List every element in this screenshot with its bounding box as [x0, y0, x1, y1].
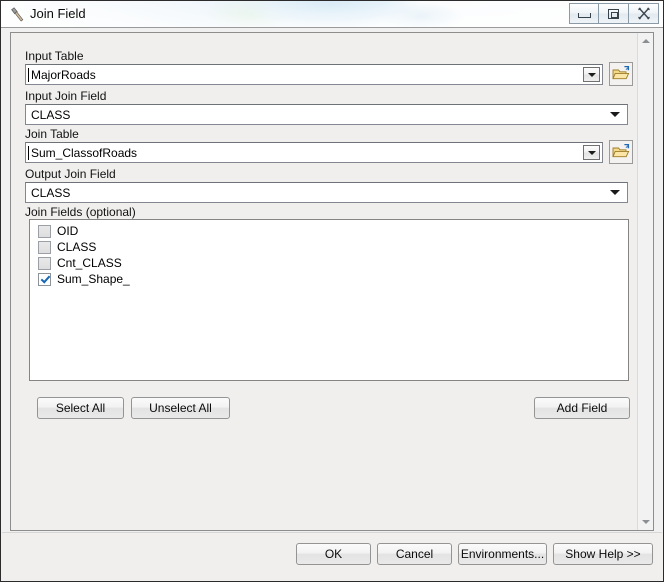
join-table-browse-button[interactable] [609, 140, 633, 164]
environments-button[interactable]: Environments... [458, 543, 547, 565]
unselect-all-button[interactable]: Unselect All [131, 397, 230, 419]
input-table-label: Input Table [25, 49, 84, 63]
minimize-icon [577, 13, 591, 18]
join-fields-label: Join Fields (optional) [25, 205, 136, 219]
input-join-field-combo[interactable]: CLASS [25, 104, 628, 125]
chevron-down-icon [587, 72, 596, 77]
ok-button[interactable]: OK [296, 543, 371, 565]
checkbox-sum-shape[interactable] [38, 272, 51, 286]
content-scrollbar[interactable] [637, 33, 653, 530]
output-join-field-value: CLASS [31, 185, 71, 200]
list-item-label: Cnt_CLASS [57, 256, 122, 270]
text-caret [28, 68, 29, 82]
window-controls [569, 3, 659, 24]
list-item[interactable]: Cnt_CLASS [30, 255, 628, 271]
checkbox-oid[interactable] [38, 224, 51, 238]
select-all-button[interactable]: Select All [37, 397, 124, 419]
list-item[interactable]: Sum_Shape_ [30, 271, 628, 287]
minimize-button[interactable] [569, 3, 599, 24]
checkbox-class[interactable] [38, 240, 51, 254]
dialog-footer: OK Cancel Environments... Show Help >> [2, 532, 662, 581]
checkbox-cnt-class[interactable] [38, 256, 51, 270]
join-table-combo[interactable]: Sum_ClassofRoads [25, 142, 603, 163]
list-item-label: OID [57, 224, 79, 238]
input-table-browse-button[interactable] [609, 62, 633, 86]
chevron-down-icon[interactable] [610, 190, 620, 195]
open-folder-icon [612, 66, 630, 80]
output-join-field-combo[interactable]: CLASS [25, 182, 628, 203]
arrow-up-icon [641, 39, 650, 43]
title-bar: Join Field [1, 1, 663, 28]
add-field-button[interactable]: Add Field [534, 397, 630, 419]
restore-icon [608, 8, 619, 19]
chevron-down-icon[interactable] [610, 112, 620, 117]
arrow-down-icon [641, 520, 650, 524]
input-table-value: MajorRoads [31, 67, 96, 82]
window-title: Join Field [30, 6, 86, 21]
join-table-value: Sum_ClassofRoads [31, 145, 138, 160]
dialog-content-frame: Input Table MajorRoads Input Join Field [10, 32, 654, 531]
chevron-down-icon [587, 150, 596, 155]
dialog-content: Input Table MajorRoads Input Join Field [11, 33, 638, 530]
join-table-dropdown-arrow[interactable] [583, 145, 600, 160]
show-help-button[interactable]: Show Help >> [553, 543, 653, 565]
scroll-up-button[interactable] [638, 33, 653, 49]
restore-button[interactable] [599, 3, 629, 24]
list-item-label: CLASS [57, 240, 97, 254]
input-table-dropdown-arrow[interactable] [583, 67, 600, 82]
join-fields-listbox[interactable]: OID CLASS Cnt_CLASS Sum_Shape_ [29, 219, 629, 381]
join-table-label: Join Table [25, 127, 79, 141]
text-caret [28, 146, 29, 160]
input-join-field-value: CLASS [31, 107, 71, 122]
join-field-dialog: Join Field Input Table MajorRoads Input … [0, 0, 664, 582]
scroll-down-button[interactable] [638, 514, 653, 530]
close-icon [637, 7, 650, 20]
close-button[interactable] [629, 3, 659, 24]
output-join-field-label: Output Join Field [25, 167, 116, 181]
hammer-tool-icon [11, 7, 24, 22]
list-item[interactable]: CLASS [30, 239, 628, 255]
list-item[interactable]: OID [30, 223, 628, 239]
join-fields-list: OID CLASS Cnt_CLASS Sum_Shape_ [30, 220, 628, 287]
open-folder-icon [612, 144, 630, 158]
list-item-label: Sum_Shape_ [57, 272, 130, 286]
input-table-combo[interactable]: MajorRoads [25, 64, 603, 85]
input-join-field-label: Input Join Field [25, 89, 107, 103]
cancel-button[interactable]: Cancel [377, 543, 452, 565]
